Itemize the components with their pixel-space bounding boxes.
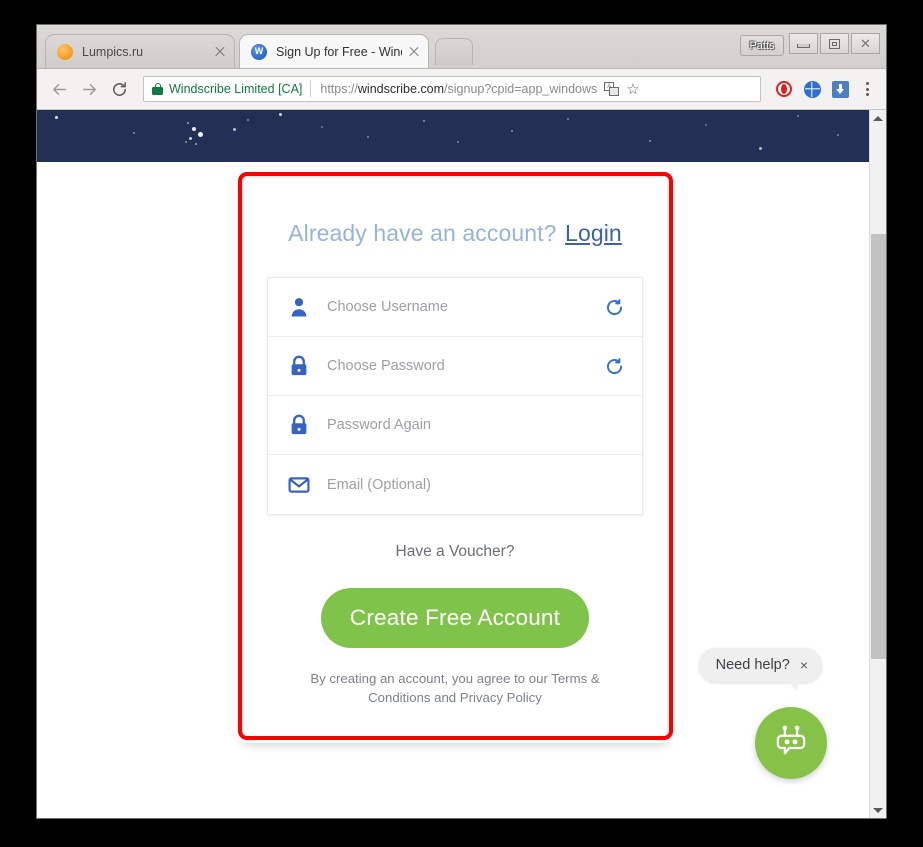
password-input[interactable] (327, 358, 604, 374)
starfield-hero-banner (37, 110, 869, 162)
close-icon: ✕ (860, 36, 871, 51)
browser-window: Lumpics.ru W Sign Up for Free - Winds Pa… (36, 24, 887, 819)
close-window-button[interactable]: ✕ (851, 33, 880, 54)
minimize-icon (797, 43, 810, 48)
close-icon[interactable]: × (800, 658, 808, 672)
bookmark-star-icon[interactable]: ☆ (626, 82, 639, 97)
need-help-bubble[interactable]: Need help? × (698, 648, 822, 691)
browser-tab-signup[interactable]: W Sign Up for Free - Winds (239, 34, 429, 68)
browser-toolbar: Windscribe Limited [CA] https://windscri… (37, 69, 886, 110)
orange-circle-icon (57, 43, 73, 60)
url-host: windscribe.com (357, 82, 445, 96)
minimize-button[interactable] (789, 33, 818, 54)
signup-form (267, 277, 643, 515)
opera-vpn-icon[interactable] (773, 78, 795, 100)
username-input[interactable] (327, 299, 604, 315)
lock-icon (285, 411, 313, 439)
field-row-password[interactable] (268, 337, 642, 396)
address-bar[interactable]: Windscribe Limited [CA] https://windscri… (143, 76, 761, 102)
translate-icon[interactable]: A (604, 82, 620, 96)
reload-icon[interactable] (105, 75, 133, 103)
chat-launcher-button[interactable] (755, 707, 827, 779)
three-dots-menu-icon[interactable] (856, 78, 878, 100)
user-icon (285, 293, 313, 321)
page-viewport: Already have an account? Login Choose Us… (37, 110, 886, 818)
password-again-input[interactable] (327, 417, 624, 433)
lock-icon (152, 83, 163, 95)
create-free-account-button[interactable]: Create Free Account (321, 588, 589, 648)
maximize-icon (829, 38, 840, 49)
forward-arrow-icon[interactable] (75, 75, 103, 103)
url-text: https://windscribe.com/signup?cpid=app_w… (320, 82, 597, 96)
new-tab-button[interactable] (435, 38, 473, 65)
web-page: Already have an account? Login Choose Us… (37, 110, 869, 818)
refresh-icon[interactable] (604, 356, 624, 376)
windscribe-w-icon: W (251, 43, 267, 60)
url-scheme: https:// (320, 82, 358, 96)
scroll-up-arrow-icon[interactable] (870, 110, 886, 127)
page-scrollbar[interactable] (869, 110, 886, 818)
lock-icon (285, 352, 313, 380)
refresh-icon[interactable] (604, 297, 624, 317)
url-path: /signup?cpid=app_windows (444, 82, 598, 96)
tab-strip: Lumpics.ru W Sign Up for Free - Winds Pa… (37, 25, 886, 69)
close-icon[interactable] (212, 44, 228, 60)
field-row-username[interactable] (268, 278, 642, 337)
envelope-icon (285, 471, 313, 499)
close-icon[interactable] (406, 44, 422, 60)
already-have-account-label: Already have an account? (288, 220, 557, 246)
profile-button[interactable]: Patts (740, 35, 784, 56)
terms-and-conditions-text: By creating an account, you agree to our… (310, 671, 600, 706)
signup-card: Already have an account? Login Choose Us… (243, 178, 667, 744)
site-identity-label: Windscribe Limited [CA] (169, 82, 303, 96)
need-help-label: Need help? (715, 657, 790, 673)
field-row-password-again[interactable] (268, 396, 642, 455)
divider (310, 81, 312, 97)
robot-chat-icon (770, 720, 812, 767)
browser-tab-lumpics[interactable]: Lumpics.ru (45, 34, 235, 68)
have-a-voucher-link[interactable]: Have a Voucher? (243, 543, 667, 561)
maximize-button[interactable] (820, 33, 849, 54)
tab-title: Sign Up for Free - Winds (276, 44, 402, 59)
already-have-account-row: Already have an account? Login (243, 208, 667, 277)
email-input[interactable] (327, 476, 624, 493)
tab-title: Lumpics.ru (82, 44, 144, 59)
scroll-thumb[interactable] (871, 234, 886, 659)
field-row-email[interactable] (268, 455, 642, 514)
globe-icon[interactable] (801, 78, 823, 100)
back-arrow-icon[interactable] (45, 75, 73, 103)
login-link[interactable]: Login (565, 220, 622, 246)
download-icon[interactable] (829, 78, 851, 100)
scroll-down-arrow-icon[interactable] (870, 802, 886, 818)
